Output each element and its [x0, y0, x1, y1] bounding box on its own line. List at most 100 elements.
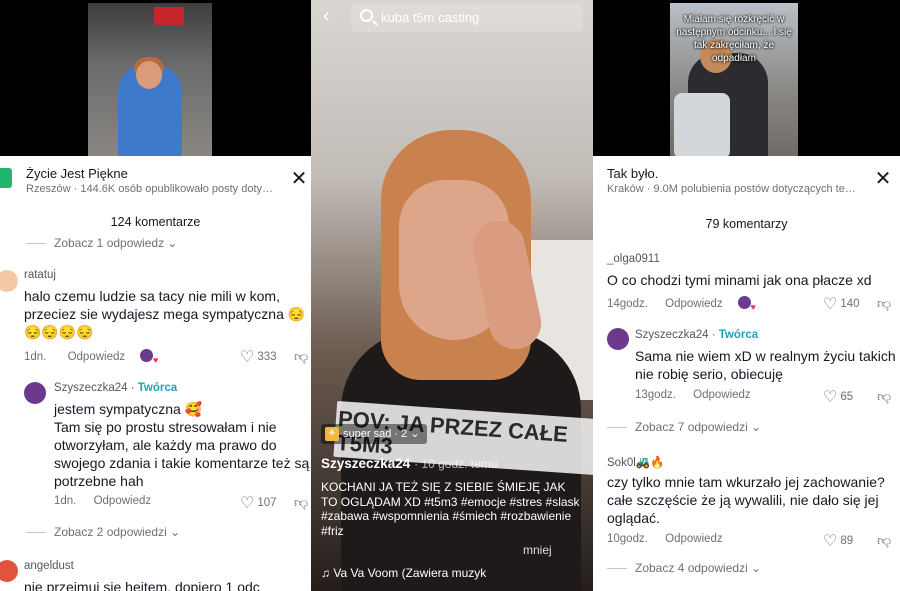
left-comments-panel: Życie Jest Piękne Rzeszów · 144.6K osób …	[0, 0, 311, 591]
video-thumbnail[interactable]	[0, 0, 311, 156]
dislike-icon[interactable]: 👎︎	[877, 532, 891, 549]
close-icon[interactable]: ✕	[290, 169, 308, 189]
sheet-subtitle: Kraków · 9.0M polubienia postów dotycząc…	[607, 183, 856, 195]
like-button[interactable]: ♡ 140	[823, 294, 860, 314]
view-replies-label: Zobacz 2 odpowiedzi	[54, 525, 167, 539]
dislike-icon[interactable]: 👎︎	[877, 388, 891, 405]
reply-button[interactable]: Odpowiedz	[94, 495, 152, 507]
like-count: 333	[257, 351, 277, 363]
sticker-icon: ☀	[325, 427, 339, 441]
video-author[interactable]: Szyszeczka24 · 10 godz. temu	[321, 456, 497, 471]
comment-username[interactable]: ratatuj	[24, 269, 56, 281]
comments-sheet: Tak było. Kraków · 9.0M polubienia postó…	[593, 156, 900, 591]
dislike-icon[interactable]: 👎︎	[294, 494, 308, 511]
like-count: 107	[257, 497, 277, 509]
view-replies-label: Zobacz 4 odpowiedzi	[635, 561, 748, 575]
like-count: 140	[840, 298, 860, 310]
sheet-subtitle: Rzeszów · 144.6K osób opublikowało posty…	[26, 183, 274, 195]
creator-liked-icon	[140, 349, 158, 365]
right-comments-panel: Miałam się rozkręcić w następnym odcinku…	[593, 0, 900, 591]
comment-username[interactable]: angeldust	[24, 560, 74, 572]
author-date: · 10 godz. temu	[414, 457, 498, 471]
heart-icon: ♡	[823, 296, 838, 313]
reply-button[interactable]: Odpowiedz	[665, 298, 723, 310]
close-icon[interactable]: ✕	[874, 169, 892, 189]
like-button[interactable]: ♡ 333	[240, 347, 277, 367]
creator-liked-icon	[737, 296, 756, 312]
divider-line	[26, 532, 46, 534]
chevron-down-icon: ⌄	[170, 525, 181, 539]
heart-icon: ♡	[823, 389, 838, 406]
comment-username[interactable]: Szyszeczka24 · Twórca	[54, 382, 177, 394]
reply-button[interactable]: Odpowiedz	[693, 389, 751, 401]
chevron-down-icon: ⌄	[410, 428, 420, 440]
video-thumbnail[interactable]: Miałam się rozkręcić w następnym odcinku…	[593, 0, 900, 156]
thumbnail-head	[136, 61, 162, 89]
username-label: Szyszeczka24	[635, 329, 709, 341]
comment-meta: 1dn. Odpowiedz	[24, 349, 158, 365]
thumbnail-chair	[674, 93, 730, 156]
chevron-down-icon: ⌄	[167, 236, 178, 250]
view-replies-label: Zobacz 7 odpowiedzi	[635, 420, 748, 434]
divider-line	[26, 243, 46, 245]
video-description: KOCHANI JA TEŻ SIĘ Z SIEBIE ŚMIEJĘ JAK T…	[321, 480, 580, 538]
author-name: Szyszeczka24	[321, 456, 411, 471]
search-input[interactable]: kuba t5m casting	[381, 10, 479, 25]
dislike-icon[interactable]: 👎︎	[294, 348, 308, 365]
thumbnail-frame: Miałam się rozkręcić w następnym odcinku…	[670, 3, 798, 156]
like-count: 65	[840, 391, 854, 403]
like-button[interactable]: ♡ 107	[240, 493, 277, 513]
heart-icon: ♡	[823, 533, 838, 550]
reply-button[interactable]: Odpowiedz	[665, 533, 723, 545]
comment-count: 79 komentarzy	[705, 217, 788, 231]
divider-line	[607, 568, 627, 570]
comments-sheet: Życie Jest Piękne Rzeszów · 144.6K osób …	[0, 156, 311, 591]
comment-meta: 13godz. Odpowiedz	[635, 389, 751, 401]
view-replies-link[interactable]: Zobacz 7 odpowiedzi ⌄	[607, 420, 761, 434]
view-replies-label: Zobacz 1 odpowiedz	[54, 236, 165, 250]
like-button[interactable]: ♡ 65	[823, 387, 853, 407]
avatar[interactable]	[0, 270, 18, 292]
search-bar[interactable]: kuba t5m casting	[351, 4, 583, 32]
music-note-icon: ♫	[321, 566, 330, 580]
creator-badge: Twórca	[137, 382, 178, 394]
comment-text: nie przejmuj sie heitem, dopiero 1 odc	[24, 579, 260, 591]
chevron-down-icon: ⌄	[751, 561, 762, 575]
comment-username[interactable]: Sok0l🚜🔥	[607, 455, 664, 469]
view-replies-link[interactable]: Zobacz 2 odpowiedzi ⌄	[26, 525, 180, 539]
sheet-title[interactable]: Życie Jest Piękne	[26, 166, 128, 181]
comment-count: 124 komentarze	[110, 215, 201, 229]
sound-chip[interactable]: ☀ super sad · 2 ⌄	[321, 424, 428, 444]
dislike-icon[interactable]: 👎︎	[877, 295, 891, 312]
back-arrow-icon[interactable]: ‹	[323, 6, 330, 26]
creator-badge: Twórca	[718, 329, 759, 341]
search-icon	[360, 9, 373, 22]
comment-age: 14godz.	[607, 298, 648, 310]
heart-icon: ♡	[240, 495, 255, 512]
reply-button[interactable]: Odpowiedz	[68, 351, 126, 363]
comment-text-continued: Tam się po prostu stresowałam i nie otwo…	[54, 419, 310, 489]
thumbnail-caption: Miałam się rozkręcić w następnym odcinku…	[676, 14, 792, 64]
comment-username[interactable]: _olga0911	[607, 253, 660, 265]
comment-text: halo czemu ludzie sa tacy nie mili w kom…	[24, 288, 306, 322]
avatar[interactable]	[24, 382, 46, 404]
avatar[interactable]	[607, 328, 629, 350]
sheet-header: Tak było. Kraków · 9.0M polubienia postó…	[593, 156, 900, 208]
sheet-header: Życie Jest Piękne Rzeszów · 144.6K osób …	[0, 156, 311, 208]
comment-text: jestem sympatyczna 🥰	[54, 401, 203, 417]
less-link[interactable]: mniej	[523, 543, 552, 557]
music-label[interactable]: ♫ Va Va Voom (Zawiera muzyk	[321, 566, 486, 580]
location-icon	[0, 168, 12, 188]
username-label: Szyszeczka24	[54, 382, 128, 394]
view-replies-link[interactable]: Zobacz 1 odpowiedz ⌄	[26, 236, 177, 250]
view-replies-link[interactable]: Zobacz 4 odpowiedzi ⌄	[607, 561, 761, 575]
avatar[interactable]	[0, 560, 18, 582]
video-player[interactable]: ‹ kuba t5m casting POV: JA PRZEZ CAŁE T5…	[311, 0, 593, 591]
sheet-title[interactable]: Tak było.	[607, 166, 658, 181]
comment-meta: 10godz. Odpowiedz	[607, 533, 723, 545]
comment-username[interactable]: Szyszeczka24 · Twórca	[635, 329, 758, 341]
chevron-down-icon: ⌄	[751, 420, 762, 434]
comment-age: 10godz.	[607, 533, 648, 545]
like-button[interactable]: ♡ 89	[823, 531, 853, 551]
comment-text: O co chodzi tymi minami jak ona płacze x…	[607, 272, 872, 288]
